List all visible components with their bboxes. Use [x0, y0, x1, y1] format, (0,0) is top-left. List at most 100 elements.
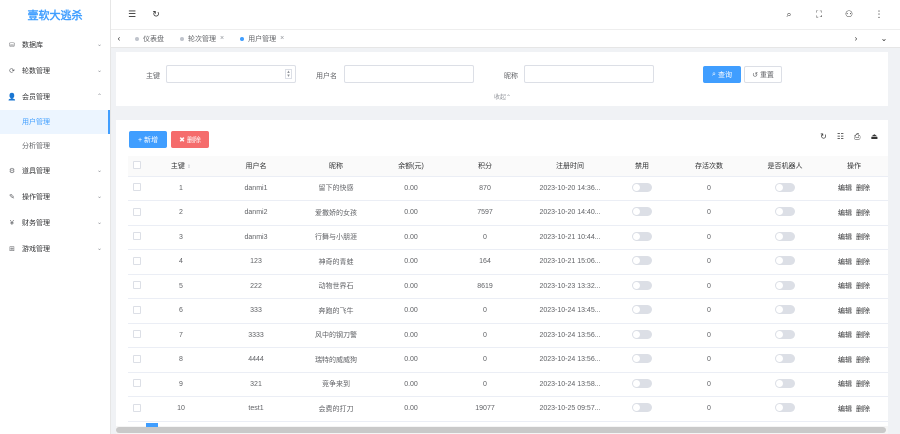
print-icon[interactable]: ⎙ — [854, 132, 860, 142]
tab-1[interactable]: 轮次管理 × — [172, 30, 232, 48]
add-button[interactable]: + 新增 — [129, 131, 167, 148]
disabled-switch[interactable] — [632, 329, 652, 339]
batch-delete-button[interactable]: ✖ 删除 — [171, 131, 209, 148]
tabs-scroll-right-icon[interactable]: › — [848, 34, 864, 43]
delete-link[interactable]: 删除 — [856, 234, 870, 241]
robot-switch[interactable] — [775, 354, 795, 364]
row-checkbox[interactable] — [133, 305, 141, 314]
disabled-switch[interactable] — [632, 378, 652, 388]
chevron-down-icon: ⌄ — [96, 68, 102, 74]
sort-icon[interactable]: ⇕ — [187, 164, 191, 170]
delete-link[interactable]: 删除 — [856, 332, 870, 339]
col-robot: 是否机器人 — [750, 156, 820, 177]
delete-link[interactable]: 删除 — [856, 185, 870, 192]
edit-link[interactable]: 编辑 — [838, 381, 852, 388]
disabled-switch[interactable] — [632, 280, 652, 290]
delete-link[interactable]: 删除 — [856, 210, 870, 217]
reset-button[interactable]: ↺ 重置 — [744, 66, 782, 83]
sidebar-item-5[interactable]: ¥ 财务管理 ⌄ — [0, 210, 110, 236]
robot-switch[interactable] — [775, 403, 795, 413]
cell-username: danmi3 — [216, 225, 296, 250]
horizontal-scrollbar[interactable] — [116, 426, 888, 434]
user-icon[interactable]: ⚇ — [842, 8, 856, 22]
edit-link[interactable]: 编辑 — [838, 185, 852, 192]
delete-link[interactable]: 删除 — [856, 381, 870, 388]
robot-switch[interactable] — [775, 182, 795, 192]
submenu-item-1[interactable]: 分析管理 — [0, 134, 110, 158]
row-checkbox[interactable] — [133, 256, 141, 265]
disabled-switch[interactable] — [632, 305, 652, 315]
search-username-input[interactable] — [344, 65, 474, 83]
row-checkbox[interactable] — [133, 207, 141, 216]
edit-link[interactable]: 编辑 — [838, 308, 852, 315]
robot-switch[interactable] — [775, 231, 795, 241]
tabs-scroll-left-icon[interactable]: ‹ — [111, 34, 127, 43]
disabled-switch[interactable] — [632, 256, 652, 266]
close-icon[interactable]: × — [220, 35, 224, 42]
search-id-input[interactable]: ▴ ▾ — [166, 65, 296, 83]
sidebar-item-3[interactable]: ⚙ 道具管理 ⌄ — [0, 158, 110, 184]
submenu-item-0[interactable]: 用户管理 — [0, 110, 110, 134]
robot-switch[interactable] — [775, 329, 795, 339]
more-icon[interactable]: ⋮ — [872, 8, 886, 22]
row-checkbox[interactable] — [133, 232, 141, 241]
cell-survival: 0 — [668, 347, 750, 373]
disabled-switch[interactable] — [632, 207, 652, 217]
row-checkbox[interactable] — [133, 183, 141, 192]
row-checkbox[interactable] — [133, 330, 141, 339]
robot-switch[interactable] — [775, 256, 795, 266]
row-checkbox[interactable] — [133, 379, 141, 388]
tab-0[interactable]: 仪表盘 — [127, 30, 172, 48]
tab-2[interactable]: 用户管理 × — [232, 30, 292, 48]
select-all-checkbox[interactable] — [133, 160, 141, 169]
edit-link[interactable]: 编辑 — [838, 332, 852, 339]
row-checkbox[interactable] — [133, 354, 141, 363]
sidebar-item-6[interactable]: ⊞ 游戏管理 ⌄ — [0, 236, 110, 262]
disabled-switch[interactable] — [632, 403, 652, 413]
collapse-link[interactable]: 收起⌃ — [494, 92, 511, 101]
row-checkbox[interactable] — [133, 403, 141, 412]
sidebar-item-4[interactable]: ✎ 操作管理 ⌄ — [0, 184, 110, 210]
disabled-switch[interactable] — [632, 231, 652, 241]
tabs-dropdown-icon[interactable]: ⌄ — [876, 34, 892, 43]
delete-link[interactable]: 删除 — [856, 406, 870, 413]
export-icon[interactable]: ⏏ — [870, 132, 878, 142]
scrollbar-thumb[interactable] — [116, 427, 886, 433]
cell-id: 8 — [146, 347, 216, 373]
edit-link[interactable]: 编辑 — [838, 234, 852, 241]
column-settings-icon[interactable]: ☷ — [837, 132, 844, 142]
sidebar-item-2[interactable]: 👤 会员管理 ⌃ — [0, 84, 110, 110]
fullscreen-icon[interactable]: ⛶ — [812, 8, 826, 22]
edit-link[interactable]: 编辑 — [838, 406, 852, 413]
delete-link[interactable]: 删除 — [856, 283, 870, 290]
delete-link[interactable]: 删除 — [856, 357, 870, 364]
edit-link[interactable]: 编辑 — [838, 210, 852, 217]
table-row: 2 danmi2 爱撒娇的女孩 0.00 7597 2023-10-20 14:40...… — [128, 200, 888, 226]
disabled-switch[interactable] — [632, 354, 652, 364]
search-icon[interactable]: ⌕ — [782, 8, 796, 22]
search-nickname-input[interactable] — [524, 65, 654, 83]
disabled-switch[interactable] — [632, 182, 652, 192]
row-checkbox[interactable] — [133, 281, 141, 290]
edit-link[interactable]: 编辑 — [838, 283, 852, 290]
edit-link[interactable]: 编辑 — [838, 357, 852, 364]
search-panel: 主键 ▴ ▾ 用户名 昵称 ⌕ 查询 ↺ 重置 收起⌃ — [116, 52, 888, 106]
close-icon[interactable]: × — [280, 35, 284, 42]
sidebar-item-0[interactable]: ⛁ 数据库 ⌄ — [0, 32, 110, 58]
robot-switch[interactable] — [775, 280, 795, 290]
cell-balance: 0.00 — [376, 274, 446, 299]
query-button[interactable]: ⌕ 查询 — [703, 66, 741, 83]
delete-link[interactable]: 删除 — [856, 308, 870, 315]
col-id[interactable]: 主键 ⇕ — [146, 156, 216, 177]
delete-link[interactable]: 删除 — [856, 259, 870, 266]
edit-link[interactable]: 编辑 — [838, 259, 852, 266]
sidebar-item-1[interactable]: ⟳ 轮数管理 ⌄ — [0, 58, 110, 84]
robot-switch[interactable] — [775, 305, 795, 315]
robot-switch[interactable] — [775, 378, 795, 388]
menu-toggle-icon[interactable]: ☰ — [125, 8, 139, 22]
refresh-table-icon[interactable]: ↻ — [820, 132, 827, 142]
number-spinner-icon[interactable]: ▴ ▾ — [285, 69, 292, 79]
refresh-icon[interactable]: ↻ — [149, 8, 163, 22]
robot-switch[interactable] — [775, 207, 795, 217]
sidebar-item-label: 轮数管理 — [22, 68, 50, 75]
